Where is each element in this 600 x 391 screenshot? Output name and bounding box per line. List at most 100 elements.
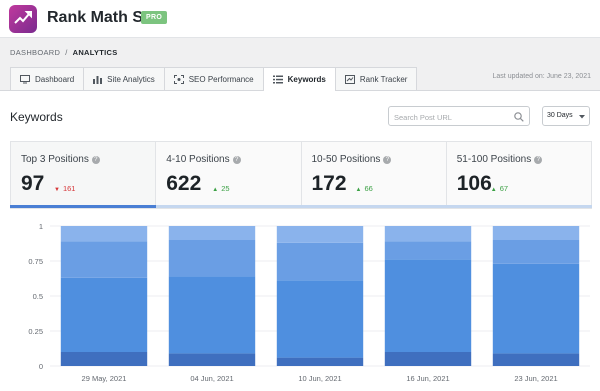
chart-bar-segment [492, 263, 580, 354]
position-stats: Top 3 Positions? 97 ▼ 161 4-10 Positions?… [10, 141, 592, 209]
x-tick-label: 16 Jun, 2021 [406, 374, 449, 383]
keywords-panel: Keywords 30 Days Top 3 Positions? 97 ▼16… [0, 90, 600, 391]
list-icon [272, 75, 283, 84]
tab-rank-tracker[interactable]: Rank Tracker [334, 67, 418, 90]
tab-dashboard[interactable]: Dashboard [10, 67, 85, 90]
date-range-value: 30 Days [547, 112, 573, 119]
date-range-select[interactable]: 30 Days [542, 106, 590, 126]
chart-bar-segment [276, 226, 364, 243]
tab-label: SEO Performance [188, 74, 254, 84]
tab-label: Site Analytics [107, 74, 155, 84]
section-title: Keywords [10, 110, 63, 124]
stat-indicator [446, 205, 592, 208]
stat-value: 106 [456, 172, 492, 195]
help-icon[interactable]: ? [383, 156, 392, 164]
help-icon[interactable]: ? [534, 156, 543, 164]
chart-bar-segment [276, 357, 364, 366]
stat-delta: ▲ 25 [212, 184, 229, 193]
chart-bar-segment [384, 226, 472, 242]
rank-math-logo-icon [9, 5, 37, 33]
tab-seo-performance[interactable]: SEO Performance [163, 67, 264, 90]
search-box [388, 106, 530, 127]
stat-delta: ▲ 66 [356, 184, 373, 193]
stat-label-text: 4-10 Positions [166, 154, 230, 165]
arrow-up-icon: ▲ [355, 187, 362, 193]
tracker-icon [344, 74, 355, 84]
stat-51-100[interactable]: 51-100 Positions? 106 ▲ 67 [447, 142, 591, 208]
x-tick-label: 10 Jun, 2021 [298, 374, 341, 383]
tab-site-analytics[interactable]: Site Analytics [83, 67, 165, 90]
chart-bar-segment [384, 352, 472, 366]
y-tick-label: 0.5 [33, 292, 43, 301]
stat-label-text: Top 3 Positions [21, 154, 89, 165]
stat-value: 97 [21, 172, 45, 195]
stat-label: 10-50 Positions? [312, 154, 392, 165]
y-tick-label: 0 [39, 362, 43, 371]
stat-delta: ▲ 67 [491, 184, 508, 193]
breadcrumb-dashboard[interactable]: DASHBOARD [10, 48, 60, 57]
stat-label: Top 3 Positions? [21, 154, 100, 165]
stat-indicator-active [10, 205, 156, 208]
tab-label: Rank Tracker [359, 74, 408, 84]
chart-bar-segment [168, 240, 256, 277]
y-tick-label: 0.25 [28, 327, 43, 336]
stat-value: 622 [166, 172, 202, 195]
seo-scan-icon [173, 74, 184, 84]
stat-10-50[interactable]: 10-50 Positions? 172 ▲ 66 [302, 142, 447, 208]
stat-label-text: 10-50 Positions [311, 154, 381, 165]
bar-chart-icon [93, 75, 103, 84]
chart-bar-segment [168, 353, 256, 366]
chart-bar-segment [60, 277, 148, 352]
x-tick-label: 29 May, 2021 [82, 374, 127, 383]
chart-bar-segment [384, 259, 472, 352]
search-input[interactable] [389, 108, 507, 127]
top-bar: Rank Math SEO PRO [0, 0, 600, 38]
x-tick-label: 23 Jun, 2021 [514, 374, 557, 383]
stat-indicator [301, 205, 447, 208]
tab-label: Dashboard [35, 74, 75, 84]
help-icon[interactable]: ? [232, 156, 241, 164]
stat-value: 172 [311, 172, 347, 195]
stat-delta-value: 25 [221, 184, 230, 193]
chart-bar-segment [492, 240, 580, 264]
stat-delta: ▼ 161 [54, 184, 75, 193]
pro-badge: PRO [141, 11, 168, 24]
chart-bar-segment [492, 226, 580, 240]
stat-4-10[interactable]: 4-10 Positions? 622 ▲ 25 [156, 142, 302, 208]
breadcrumb-analytics: ANALYTICS [72, 48, 118, 57]
x-tick-label: 04 Jun, 2021 [190, 374, 233, 383]
tab-bar: Dashboard Site Analytics SEO Performance… [10, 67, 418, 91]
stat-label: 4-10 Positions? [166, 154, 241, 165]
chart-bar-segment [60, 226, 148, 242]
chart-bar-segment [276, 280, 364, 358]
breadcrumb: DASHBOARD / ANALYTICS [10, 48, 118, 57]
chart-bar-segment [60, 352, 148, 366]
chevron-down-icon [579, 115, 585, 119]
y-tick-label: 0.75 [28, 257, 43, 266]
chart-bar-segment [168, 276, 256, 354]
arrow-up-icon: ▲ [490, 187, 497, 193]
search-icon[interactable] [514, 112, 524, 122]
last-updated-text: Last updated on: June 23, 2021 [492, 73, 591, 80]
chart-bar-segment [168, 226, 256, 240]
breadcrumb-separator: / [65, 48, 68, 57]
tab-keywords[interactable]: Keywords [262, 67, 336, 91]
chart-bar-segment [384, 241, 472, 260]
keywords-position-chart: 0 0.25 0.5 0.75 1 29 May, 2021 04 Jun, 2021 10 … [28, 222, 590, 383]
arrow-down-icon: ▼ [54, 187, 60, 193]
help-icon[interactable]: ? [91, 156, 100, 164]
arrow-up-icon: ▲ [212, 187, 219, 193]
y-tick-label: 1 [39, 222, 43, 231]
chart-bar-segment [276, 242, 364, 281]
stat-delta-value: 66 [364, 184, 373, 193]
monitor-icon [20, 74, 30, 83]
tab-label: Keywords [287, 75, 326, 84]
stat-delta-value: 161 [62, 184, 76, 193]
stat-top-3[interactable]: Top 3 Positions? 97 ▼ 161 [11, 142, 157, 208]
stat-indicator-bar [10, 205, 592, 208]
stat-delta-value: 67 [499, 184, 509, 193]
chart-bar-segment [60, 241, 148, 278]
stat-label: 51-100 Positions? [457, 154, 543, 165]
stat-label-text: 51-100 Positions [456, 154, 532, 165]
stat-indicator [155, 205, 301, 208]
